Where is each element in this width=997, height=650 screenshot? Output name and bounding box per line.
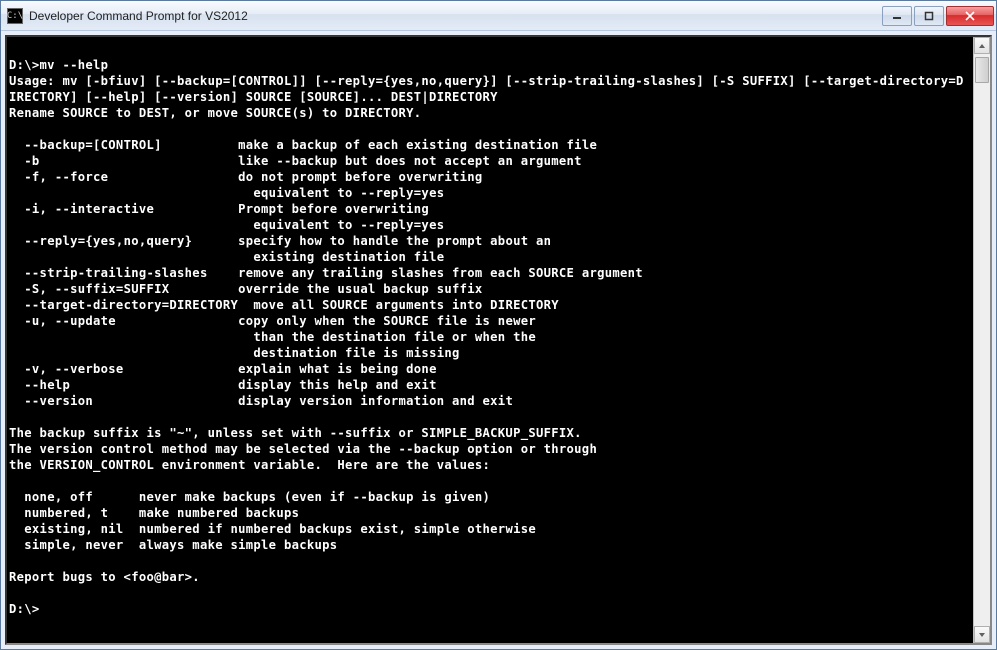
titlebar[interactable]: C:\ Developer Command Prompt for VS2012: [1, 1, 996, 31]
chevron-down-icon: [978, 632, 986, 638]
window-title: Developer Command Prompt for VS2012: [29, 9, 882, 23]
command-prompt-window: C:\ Developer Command Prompt for VS2012 …: [0, 0, 997, 650]
chevron-up-icon: [978, 43, 986, 49]
minimize-button[interactable]: [882, 6, 912, 26]
client-area: D:\>mv --help Usage: mv [-bfiuv] [--back…: [1, 31, 996, 649]
maximize-button[interactable]: [914, 6, 944, 26]
close-button[interactable]: [946, 6, 994, 26]
scroll-up-button[interactable]: [974, 37, 990, 54]
app-icon: C:\: [7, 8, 23, 24]
window-controls: [882, 6, 994, 26]
scroll-thumb[interactable]: [975, 57, 989, 83]
scroll-track[interactable]: [974, 54, 990, 626]
scroll-down-button[interactable]: [974, 626, 990, 643]
close-icon: [964, 11, 976, 21]
minimize-icon: [892, 11, 902, 21]
vertical-scrollbar[interactable]: [973, 37, 990, 643]
maximize-icon: [924, 11, 934, 21]
console-output[interactable]: D:\>mv --help Usage: mv [-bfiuv] [--back…: [7, 37, 973, 643]
console-frame: D:\>mv --help Usage: mv [-bfiuv] [--back…: [5, 35, 992, 645]
